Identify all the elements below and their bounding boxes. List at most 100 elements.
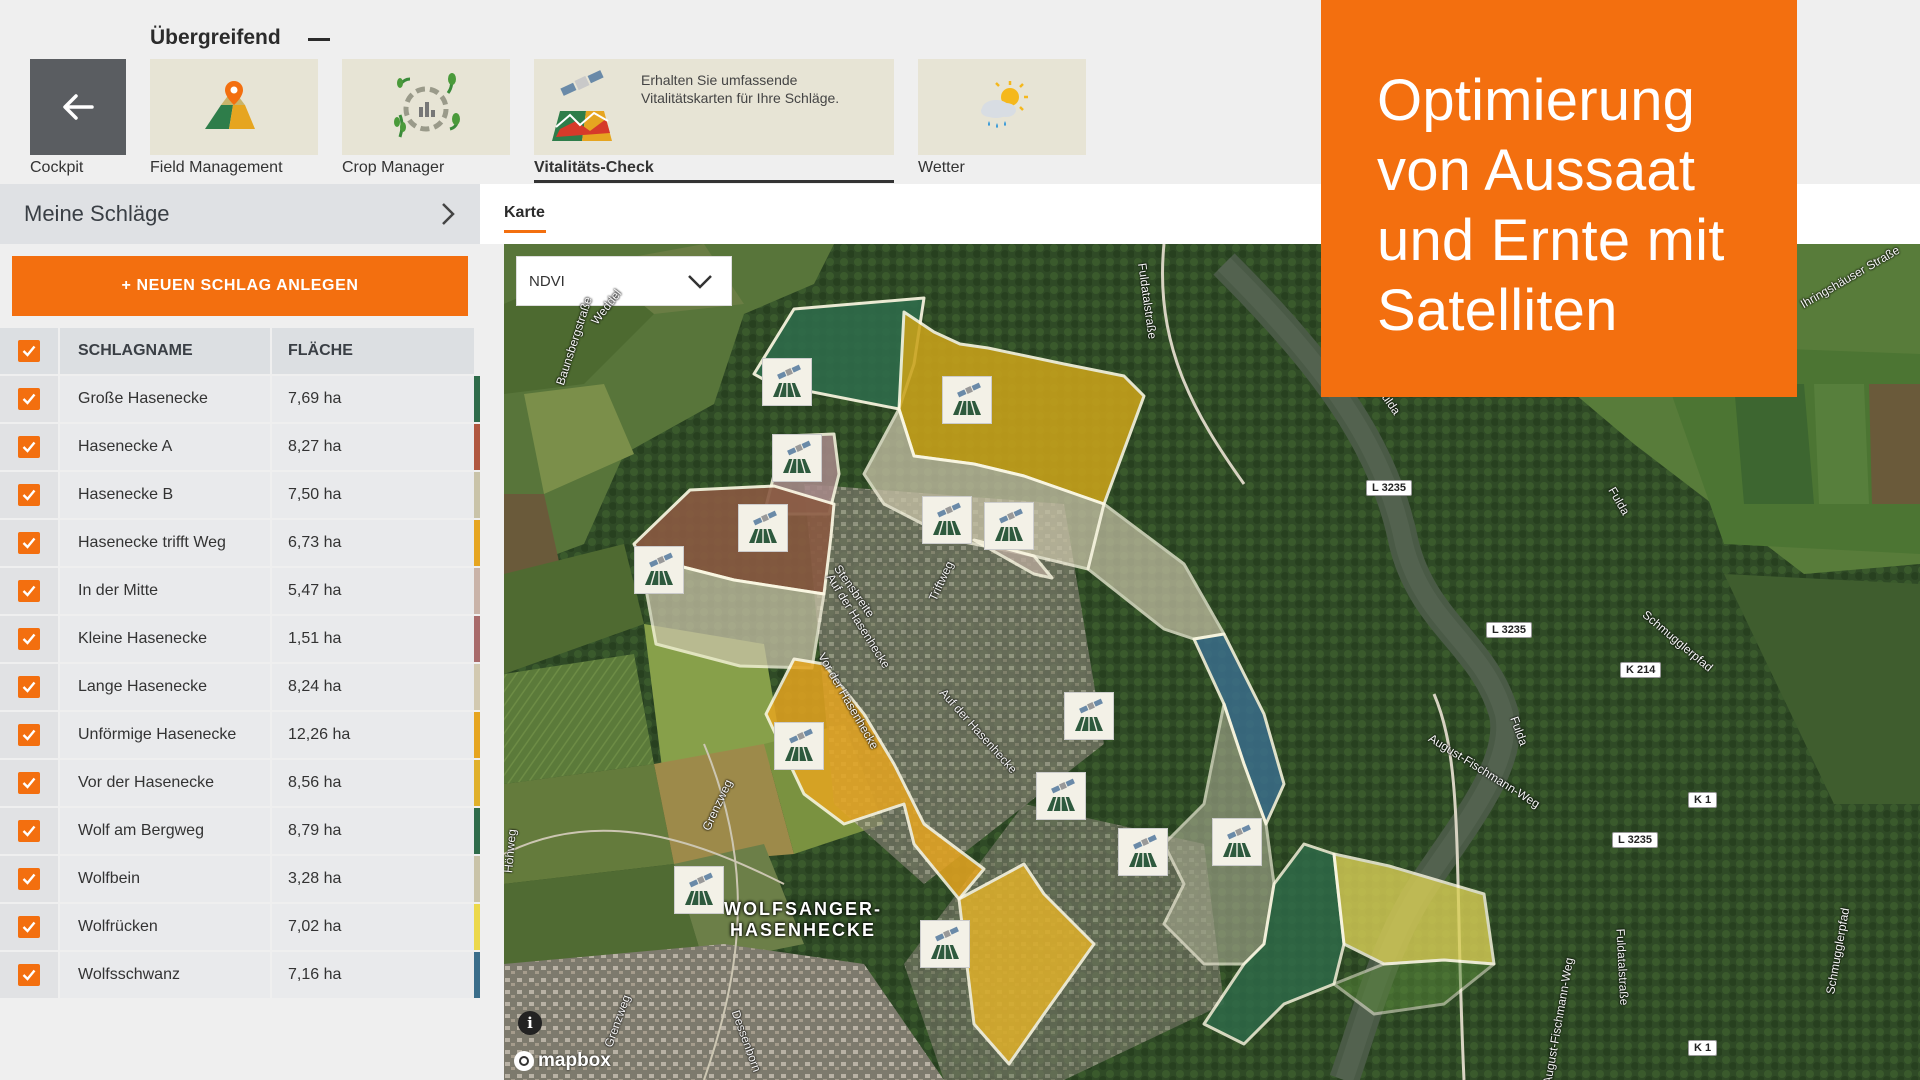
- group-title: Übergreifend: [150, 26, 281, 49]
- tile-label-vitality-check[interactable]: Vitalitäts-Check: [534, 159, 654, 177]
- row-checkbox[interactable]: [18, 436, 40, 458]
- satellite-field-icon: [785, 728, 813, 762]
- table-row[interactable]: Wolfsschwanz 7,16 ha: [0, 952, 480, 1000]
- row-checkbox[interactable]: [18, 484, 40, 506]
- field-satellite-marker[interactable]: [1064, 692, 1114, 740]
- field-area: 3,28 ha: [272, 856, 474, 902]
- satellite-field-icon: [1223, 824, 1251, 858]
- satellite-field-icon: [783, 440, 811, 474]
- field-color-indicator: [474, 472, 480, 518]
- column-header-name[interactable]: SCHLAGNAME: [60, 328, 270, 374]
- field-satellite-marker[interactable]: [674, 866, 724, 914]
- field-color-indicator: [474, 856, 480, 902]
- promo-line: von Aussaat: [1377, 138, 1696, 203]
- satellite-field-icon: [685, 872, 713, 906]
- field-name[interactable]: Hasenecke A: [60, 424, 270, 470]
- table-row[interactable]: Hasenecke trifft Weg 6,73 ha: [0, 520, 480, 568]
- road-label: L 3235: [1486, 622, 1533, 638]
- field-satellite-marker[interactable]: [1118, 828, 1168, 876]
- field-satellite-marker[interactable]: [762, 358, 812, 406]
- new-field-button[interactable]: + NEUEN SCHLAG ANLEGEN: [12, 256, 468, 316]
- tile-label-field-management[interactable]: Field Management: [150, 159, 283, 177]
- field-name[interactable]: Wolfsschwanz: [60, 952, 270, 998]
- row-checkbox[interactable]: [18, 724, 40, 746]
- table-row[interactable]: Wolf am Bergweg 8,79 ha: [0, 808, 480, 856]
- field-area: 5,47 ha: [272, 568, 474, 614]
- field-satellite-marker[interactable]: [634, 546, 684, 594]
- layer-select[interactable]: NDVI: [516, 256, 732, 306]
- select-all-checkbox[interactable]: [18, 340, 40, 362]
- table-row[interactable]: Wolfbein 3,28 ha: [0, 856, 480, 904]
- row-checkbox[interactable]: [18, 868, 40, 890]
- promo-banner: Optimierung von Aussaat und Ernte mit Sa…: [1321, 0, 1797, 397]
- checkmark-icon: [22, 777, 36, 789]
- mapbox-icon: [514, 1051, 534, 1071]
- field-satellite-marker[interactable]: [920, 920, 970, 968]
- checkmark-icon: [22, 681, 36, 693]
- back-label[interactable]: Cockpit: [30, 159, 83, 177]
- row-checkbox[interactable]: [18, 772, 40, 794]
- table-row[interactable]: Große Hasenecke 7,69 ha: [0, 376, 480, 424]
- mapbox-logo[interactable]: mapbox: [514, 1050, 611, 1072]
- back-button[interactable]: [30, 59, 126, 155]
- table-row[interactable]: Hasenecke B 7,50 ha: [0, 472, 480, 520]
- row-checkbox[interactable]: [18, 580, 40, 602]
- promo-line: und Ernte mit: [1377, 208, 1725, 273]
- field-name[interactable]: Wolf am Bergweg: [60, 808, 270, 854]
- column-header-area[interactable]: FLÄCHE: [272, 328, 474, 374]
- road-label: L 3235: [1612, 832, 1659, 848]
- promo-line: Optimierung: [1377, 68, 1696, 133]
- field-name[interactable]: Wolfrücken: [60, 904, 270, 950]
- field-name[interactable]: Hasenecke B: [60, 472, 270, 518]
- field-name[interactable]: In der Mitte: [60, 568, 270, 614]
- tile-description: Erhalten Sie umfassende Vitalitätskarten…: [641, 72, 840, 106]
- field-satellite-marker[interactable]: [774, 722, 824, 770]
- row-checkbox[interactable]: [18, 820, 40, 842]
- row-checkbox[interactable]: [18, 964, 40, 986]
- field-satellite-marker[interactable]: [984, 502, 1034, 550]
- field-area: 7,50 ha: [272, 472, 474, 518]
- field-satellite-marker[interactable]: [738, 504, 788, 552]
- table-row[interactable]: Vor der Hasenecke 8,56 ha: [0, 760, 480, 808]
- fields-table: SCHLAGNAME FLÄCHE Große Hasenecke 7,69 ha…: [0, 328, 480, 1000]
- field-name[interactable]: Vor der Hasenecke: [60, 760, 270, 806]
- table-row[interactable]: In der Mitte 5,47 ha: [0, 568, 480, 616]
- field-name[interactable]: Kleine Hasenecke: [60, 616, 270, 662]
- info-button[interactable]: i: [518, 1011, 542, 1035]
- field-name[interactable]: Hasenecke trifft Weg: [60, 520, 270, 566]
- row-checkbox[interactable]: [18, 388, 40, 410]
- fields-sidebar: Meine Schläge + NEUEN SCHLAG ANLEGEN SCH…: [0, 184, 480, 1080]
- field-satellite-marker[interactable]: [922, 496, 972, 544]
- tile-field-management[interactable]: [150, 59, 318, 155]
- table-header: SCHLAGNAME FLÄCHE: [0, 328, 480, 376]
- field-name[interactable]: Lange Hasenecke: [60, 664, 270, 710]
- tab-map[interactable]: Karte: [504, 204, 545, 222]
- table-row[interactable]: Unförmige Hasenecke 12,26 ha: [0, 712, 480, 760]
- field-satellite-marker[interactable]: [1212, 818, 1262, 866]
- table-row[interactable]: Wolfrücken 7,02 ha: [0, 904, 480, 952]
- field-satellite-marker[interactable]: [942, 376, 992, 424]
- row-checkbox[interactable]: [18, 628, 40, 650]
- field-color-indicator: [474, 904, 480, 950]
- row-checkbox[interactable]: [18, 916, 40, 938]
- collapse-group-icon[interactable]: [308, 38, 330, 41]
- my-fields-header[interactable]: Meine Schläge: [0, 184, 480, 244]
- field-name[interactable]: Große Hasenecke: [60, 376, 270, 422]
- tile-weather[interactable]: [918, 59, 1086, 155]
- checkmark-icon: [22, 873, 36, 885]
- tile-crop-manager[interactable]: [342, 59, 510, 155]
- checkmark-icon: [22, 921, 36, 933]
- table-row[interactable]: Kleine Hasenecke 1,51 ha: [0, 616, 480, 664]
- row-checkbox[interactable]: [18, 676, 40, 698]
- field-satellite-marker[interactable]: [772, 434, 822, 482]
- tile-label-crop-manager[interactable]: Crop Manager: [342, 159, 444, 177]
- field-name[interactable]: Unförmige Hasenecke: [60, 712, 270, 758]
- satellite-field-icon: [933, 502, 961, 536]
- tile-label-weather[interactable]: Wetter: [918, 159, 965, 177]
- field-satellite-marker[interactable]: [1036, 772, 1086, 820]
- table-row[interactable]: Hasenecke A 8,27 ha: [0, 424, 480, 472]
- field-name[interactable]: Wolfbein: [60, 856, 270, 902]
- row-checkbox[interactable]: [18, 532, 40, 554]
- table-row[interactable]: Lange Hasenecke 8,24 ha: [0, 664, 480, 712]
- checkmark-icon: [22, 393, 36, 405]
